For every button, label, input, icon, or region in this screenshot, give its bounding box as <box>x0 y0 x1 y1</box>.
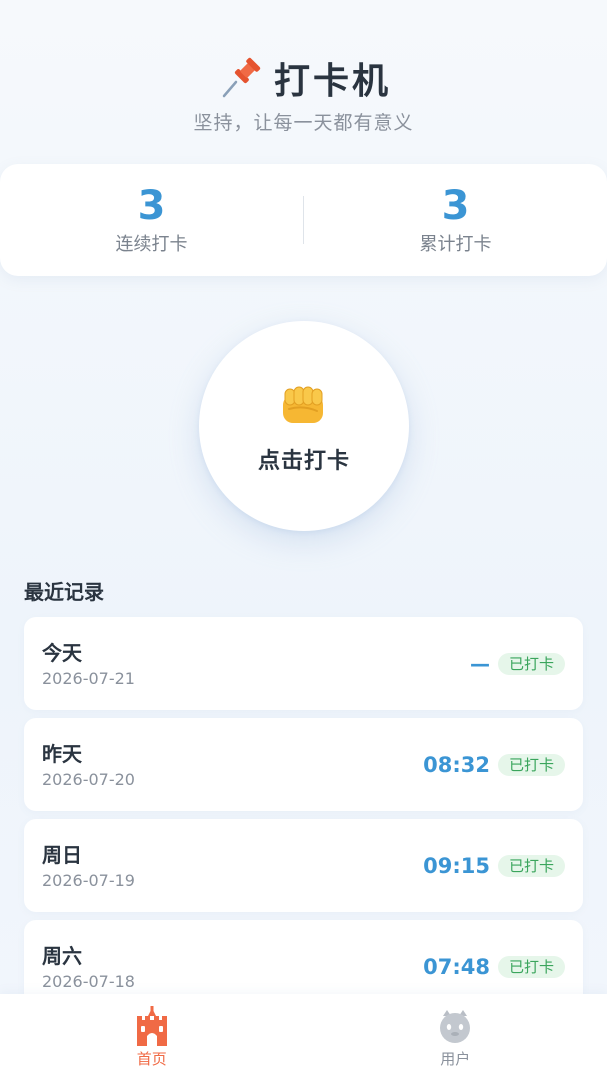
app-title: 打卡机 <box>273 61 391 102</box>
record-time: 07:48 <box>423 954 490 979</box>
total-stat: 3 累计打卡 <box>304 184 607 256</box>
status-badge: 已打卡 <box>497 652 565 675</box>
fist-icon <box>283 386 323 423</box>
pushpin-icon <box>222 57 261 98</box>
nav-label-home: 首页 <box>136 1050 167 1068</box>
record-day: 周日 <box>42 843 82 867</box>
record-day: 周六 <box>42 944 82 968</box>
record-time: — <box>469 651 490 676</box>
title-row: 打卡机 <box>0 48 607 108</box>
streak-label: 连续打卡 <box>115 234 188 255</box>
record-date: 2026-07-21 <box>42 669 135 688</box>
checkin-button[interactable]: 点击打卡 <box>199 321 409 531</box>
bottom-nav: 首页 用户 <box>0 994 607 1080</box>
record-date: 2026-07-20 <box>42 770 135 789</box>
nav-item-user[interactable]: 用户 <box>304 994 607 1080</box>
record-date: 2026-07-19 <box>42 871 135 890</box>
nav-label-user: 用户 <box>440 1050 471 1068</box>
user-avatar-icon <box>440 1010 471 1043</box>
page-header: 打卡机 坚持，让每一天都有意义 <box>0 48 607 135</box>
record-item[interactable]: 昨天 2026-07-20 08:32 已打卡 <box>24 718 583 811</box>
record-time: 08:32 <box>423 752 490 777</box>
recent-section-title: 最近记录 <box>24 580 104 604</box>
nav-item-home[interactable]: 首页 <box>0 994 304 1080</box>
checkin-label: 点击打卡 <box>257 449 350 474</box>
record-item[interactable]: 今天 2026-07-21 — 已打卡 <box>24 617 583 710</box>
streak-stat: 3 连续打卡 <box>0 184 303 256</box>
record-right: — 已打卡 <box>470 617 565 710</box>
app-subtitle: 坚持，让每一天都有意义 <box>193 112 414 134</box>
status-badge: 已打卡 <box>497 753 565 776</box>
record-list: 今天 2026-07-21 — 已打卡 昨天 2026-07-20 08:32 … <box>24 617 583 1021</box>
record-day: 今天 <box>42 641 82 665</box>
record-item[interactable]: 周日 2026-07-19 09:15 已打卡 <box>24 819 583 912</box>
total-label: 累计打卡 <box>419 234 492 255</box>
total-value: 3 <box>441 183 470 229</box>
castle-icon <box>136 1006 167 1046</box>
stats-card: 3 连续打卡 3 累计打卡 <box>0 164 607 276</box>
record-time: 09:15 <box>423 853 490 878</box>
record-day: 昨天 <box>42 742 82 766</box>
record-date: 2026-07-18 <box>42 972 135 991</box>
streak-value: 3 <box>137 183 166 229</box>
status-badge: 已打卡 <box>497 955 565 978</box>
record-right: 08:32 已打卡 <box>423 718 565 811</box>
status-badge: 已打卡 <box>497 854 565 877</box>
record-right: 09:15 已打卡 <box>423 819 565 912</box>
